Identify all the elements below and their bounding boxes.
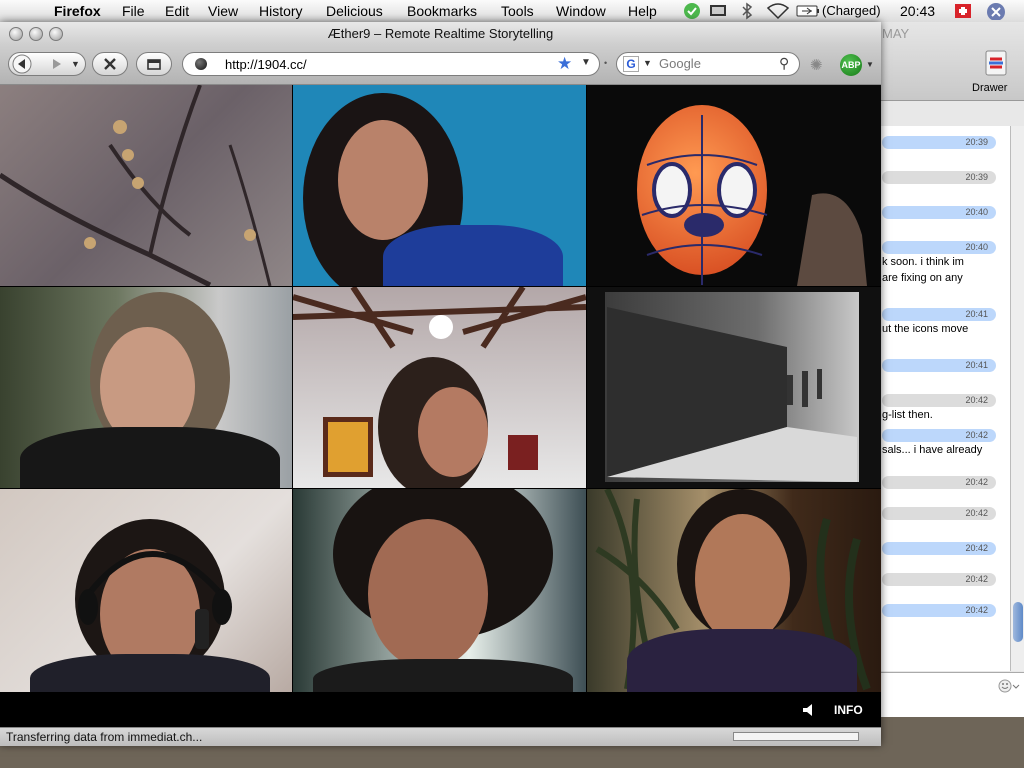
chat-message-text: g-list then. [882, 409, 933, 421]
chat-scrollbar-thumb[interactable] [1013, 602, 1023, 642]
chat-timestamp: 20:42 [965, 605, 988, 615]
menu-history[interactable]: History [259, 3, 303, 19]
chat-message-text: ut the icons move [882, 323, 969, 335]
chat-window-header: MAY Drawer [872, 22, 1024, 101]
battery-icon[interactable] [796, 2, 820, 20]
player-control-bar: INFO [0, 692, 881, 727]
menu-bookmarks[interactable]: Bookmarks [407, 3, 477, 19]
clock[interactable]: 20:43 [900, 3, 935, 19]
chat-window-title: MAY [882, 26, 910, 41]
video-tile-branches[interactable] [0, 85, 292, 286]
search-input[interactable] [659, 56, 779, 71]
menu-view[interactable]: View [208, 3, 238, 19]
status-bar: Transferring data from immediat.ch... [0, 727, 881, 746]
train-image [607, 307, 857, 482]
home-icon [147, 59, 161, 70]
video-tile-man-ceiling[interactable] [293, 287, 586, 488]
emoticon-icon[interactable] [998, 679, 1020, 693]
adblock-plus-icon[interactable]: ABP [840, 54, 862, 76]
chat-scrollbar[interactable] [1010, 126, 1024, 671]
url-bar[interactable]: http://1904.cc/ ★ ▼ [182, 52, 600, 76]
menu-help[interactable]: Help [628, 3, 657, 19]
window-title: Æther9 – Remote Realtime Storytelling [327, 26, 554, 41]
status-text: Transferring data from immediat.ch... [6, 730, 203, 744]
drawer-icon[interactable] [983, 50, 1009, 76]
branches-image [0, 85, 272, 286]
window-titlebar: Æther9 – Remote Realtime Storytelling [0, 22, 881, 44]
forward-icon[interactable] [49, 56, 65, 72]
toolbar-separator-dot: • [604, 58, 608, 68]
video-tile-man-phone[interactable] [0, 489, 292, 692]
video-tile-train-film[interactable] [587, 287, 881, 488]
chat-timestamp: 20:40 [965, 242, 988, 252]
menu-app-firefox[interactable]: Firefox [54, 3, 101, 19]
chat-transcript: 20:39 20:39 20:40 20:40 k soon. i think … [872, 126, 1010, 671]
stop-icon [104, 58, 116, 70]
chat-input-field[interactable] [872, 672, 1024, 717]
chat-message-text: sals... i have already [882, 444, 983, 456]
video-tile-woman-blue[interactable] [293, 85, 586, 286]
chat-timestamp: 20:41 [965, 360, 988, 370]
url-dropdown-icon[interactable]: ▼ [581, 57, 591, 68]
volume-icon[interactable] [801, 702, 817, 718]
chat-message-text: are fixing on any [882, 272, 963, 284]
swiss-flag-icon[interactable] [954, 2, 972, 20]
chat-timestamp: 20:42 [965, 543, 988, 553]
skype-status-icon[interactable] [683, 2, 701, 20]
bluetooth-icon[interactable] [740, 2, 754, 20]
video-tile-woman-plants[interactable] [587, 489, 881, 692]
stop-button[interactable] [92, 52, 128, 76]
battery-status: (Charged) [822, 3, 881, 18]
firefox-window: Æther9 – Remote Realtime Storytelling ▼ … [0, 22, 881, 746]
search-engine-dropdown-icon[interactable]: ▼ [643, 58, 652, 68]
search-icon[interactable]: ⚲ [779, 55, 789, 72]
video-tile-man-curly-hair[interactable] [293, 489, 586, 692]
display-icon[interactable] [708, 2, 728, 20]
video-grid [0, 85, 881, 692]
chat-message-text: k soon. i think im [882, 256, 964, 268]
menu-bar: Firefox File Edit View History Delicious… [0, 0, 1024, 23]
user-menu-icon[interactable] [986, 2, 1006, 20]
search-bar[interactable]: G ▼ ⚲ [616, 52, 800, 76]
drawer-button-label[interactable]: Drawer [972, 82, 1007, 94]
menu-window[interactable]: Window [556, 3, 606, 19]
loading-progress-bar [733, 732, 859, 741]
bookmark-star-icon[interactable]: ★ [557, 54, 572, 74]
headphones-image [78, 551, 232, 649]
back-forward-group: ▼ [8, 52, 86, 76]
chat-timestamp: 20:42 [965, 574, 988, 584]
chat-window: MAY Drawer 20:39 20:39 20:40 20:40 k soo… [872, 22, 1024, 717]
wifi-icon[interactable] [766, 2, 790, 20]
chat-timestamp: 20:39 [965, 137, 988, 147]
chat-timestamp: 20:40 [965, 207, 988, 217]
chat-timestamp: 20:42 [965, 430, 988, 440]
chat-timestamp: 20:42 [965, 395, 988, 405]
site-identity-icon[interactable] [195, 58, 207, 70]
menu-edit[interactable]: Edit [165, 3, 189, 19]
loading-throbber-icon: ✺ [810, 57, 823, 74]
chat-timestamp: 20:42 [965, 508, 988, 518]
menu-file[interactable]: File [122, 3, 145, 19]
info-button[interactable]: INFO [834, 703, 863, 717]
video-tile-woman-kitchen[interactable] [0, 287, 292, 488]
home-button[interactable] [136, 52, 172, 76]
chat-timestamp: 20:42 [965, 477, 988, 487]
spiderman-mask-image [641, 115, 867, 286]
google-engine-icon[interactable]: G [623, 56, 639, 72]
adblock-dropdown-icon[interactable]: ▼ [866, 60, 874, 69]
url-text[interactable]: http://1904.cc/ [225, 57, 307, 72]
back-icon[interactable] [11, 54, 33, 74]
chat-timestamp: 20:41 [965, 309, 988, 319]
history-dropdown-icon[interactable]: ▼ [71, 59, 80, 69]
chat-timestamp: 20:39 [965, 172, 988, 182]
menu-tools[interactable]: Tools [501, 3, 534, 19]
video-tile-spiderman-mask[interactable] [587, 85, 881, 286]
menu-delicious[interactable]: Delicious [326, 3, 383, 19]
